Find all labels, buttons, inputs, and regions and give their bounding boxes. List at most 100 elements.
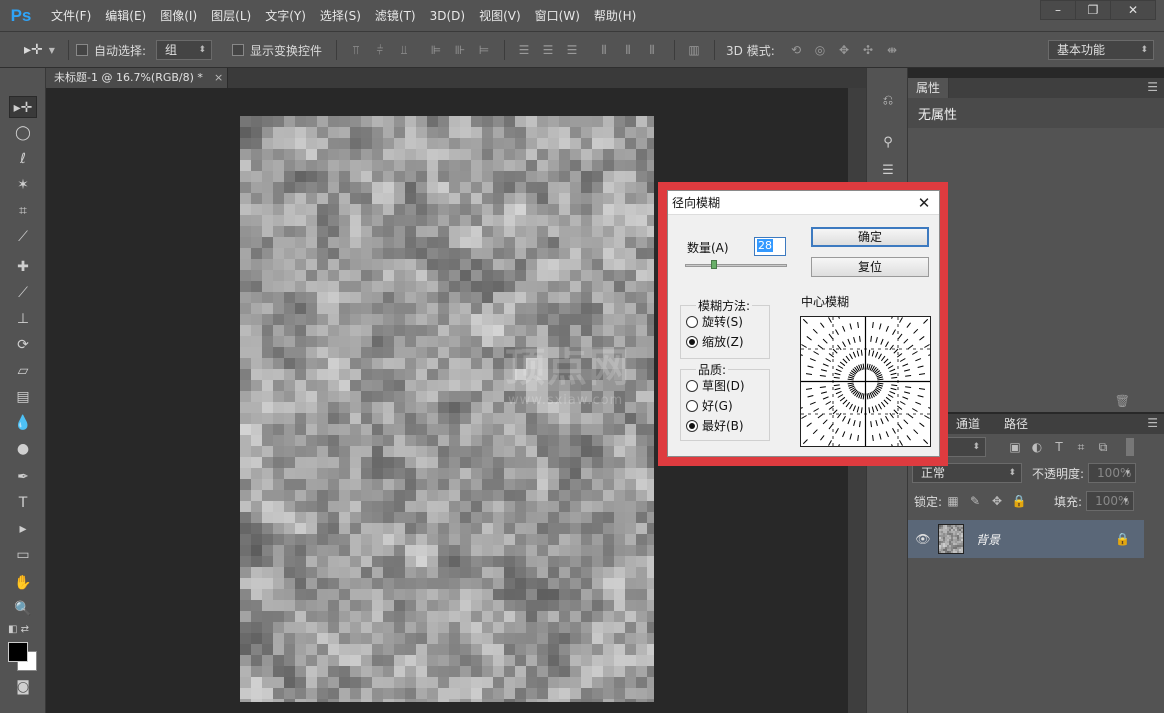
maximize-button[interactable]: ❐ (1075, 0, 1111, 20)
quality-draft-radio[interactable] (686, 379, 698, 392)
amount-slider-thumb[interactable] (710, 260, 717, 269)
menu-help[interactable]: 帮助(H) (587, 0, 643, 32)
zoom-tool-icon[interactable]: 🔍 (9, 598, 37, 620)
slide-3d-icon[interactable]: ✣ (860, 42, 876, 58)
auto-select-option[interactable]: 自动选择: (76, 32, 146, 68)
lasso-tool-icon[interactable]: ℓ (9, 148, 37, 170)
rectangle-tool-icon[interactable]: ▭ (9, 544, 37, 566)
menu-image[interactable]: 图像(I) (153, 0, 204, 32)
filter-toggle[interactable] (1126, 438, 1134, 456)
menu-filter[interactable]: 滤镜(T) (368, 0, 423, 32)
opacity-input[interactable]: 100% ▾ (1088, 463, 1137, 483)
show-transform-option[interactable]: 显示变换控件 (232, 32, 322, 68)
tab-paths[interactable]: 路径 (996, 414, 1036, 434)
lock-pixels-icon[interactable]: ✎ (964, 494, 986, 508)
panel-menu-icon[interactable]: ☰ (1147, 80, 1158, 94)
marquee-tool-icon[interactable]: ◯ (9, 122, 37, 144)
trash-icon[interactable]: 🗑 (1115, 394, 1130, 408)
align-top-icon[interactable]: ⫪ (348, 42, 364, 58)
close-window-button[interactable]: ✕ (1110, 0, 1156, 20)
gradient-tool-icon[interactable]: ▤ (9, 386, 37, 408)
menu-window[interactable]: 窗口(W) (528, 0, 587, 32)
tab-close-icon[interactable]: × (214, 68, 223, 88)
quality-good-option[interactable]: 好(G) (686, 397, 733, 414)
layer-name[interactable]: 背景 (976, 531, 1115, 548)
clone-stamp-tool-icon[interactable]: ⊥ (9, 308, 37, 330)
amount-slider[interactable] (685, 264, 787, 267)
lock-position-icon[interactable]: ✥ (986, 494, 1008, 508)
amount-input[interactable]: 28 (754, 237, 786, 256)
crop-tool-icon[interactable]: ⌗ (9, 200, 37, 222)
distribute-top-icon[interactable]: ☰ (516, 42, 532, 58)
menu-type[interactable]: 文字(Y) (258, 0, 313, 32)
quality-good-radio[interactable] (686, 399, 698, 412)
layer-item-background[interactable]: 👁 背景 🔒 (908, 520, 1144, 558)
filter-pixel-icon[interactable]: ▣ (1004, 440, 1026, 454)
menu-file[interactable]: 文件(F) (44, 0, 98, 32)
document-tab[interactable]: 未标题-1 @ 16.7%(RGB/8) * × (46, 68, 228, 88)
align-right-icon[interactable]: ⊨ (476, 42, 492, 58)
eraser-tool-icon[interactable]: ▱ (9, 360, 37, 382)
hand-tool-icon[interactable]: ✋ (9, 572, 37, 594)
pen-tool-icon[interactable]: ✒ (9, 466, 37, 488)
orbit-3d-icon[interactable]: ⟲ (788, 42, 804, 58)
close-icon[interactable]: ✕ (913, 191, 935, 215)
brush-tool-icon[interactable]: ⟋ (9, 282, 37, 304)
align-left-icon[interactable]: ⊫ (428, 42, 444, 58)
blend-mode-dropdown[interactable]: 正常 ⬍ (912, 463, 1022, 483)
roll-3d-icon[interactable]: ◎ (812, 42, 828, 58)
tab-properties[interactable]: 属性 (908, 78, 950, 98)
menu-view[interactable]: 视图(V) (472, 0, 528, 32)
workspace-dropdown[interactable]: 基本功能 ⬍ (1048, 40, 1154, 60)
distribute-vcenter-icon[interactable]: ☰ (540, 42, 556, 58)
healing-brush-tool-icon[interactable]: ✚ (9, 256, 37, 278)
foreground-color-swatch[interactable] (8, 642, 28, 662)
history-panel-icon[interactable]: ⎌ (879, 92, 897, 110)
scale-3d-icon[interactable]: ⇼ (884, 42, 900, 58)
dodge-tool-icon[interactable]: ● (9, 438, 37, 460)
quality-best-radio[interactable] (686, 419, 698, 432)
auto-select-dropdown[interactable]: 组 ⬍ (156, 40, 212, 60)
quality-best-option[interactable]: 最好(B) (686, 417, 744, 434)
panel-menu-icon[interactable]: ☰ (1147, 416, 1158, 430)
default-colors-icon[interactable]: ◧ ⇄ (8, 624, 29, 635)
auto-select-target[interactable]: 组 ⬍ (156, 32, 212, 68)
filter-shape-icon[interactable]: ⌗ (1070, 440, 1092, 455)
method-spin-radio[interactable] (686, 315, 698, 328)
minimize-button[interactable]: – (1040, 0, 1076, 20)
blur-tool-icon[interactable]: 💧 (9, 412, 37, 434)
eyedropper-tool-icon[interactable]: ⟋ (9, 226, 37, 248)
history-brush-tool-icon[interactable]: ⟳ (9, 334, 37, 356)
auto-align-icon[interactable]: ▥ (686, 42, 702, 58)
visibility-eye-icon[interactable]: 👁 (908, 532, 938, 546)
brush-presets-icon[interactable]: ⚲ (879, 134, 897, 152)
distribute-right-icon[interactable]: ⫴ (644, 42, 660, 58)
quick-mask-icon[interactable]: ◙ (9, 676, 37, 698)
method-spin-option[interactable]: 旋转(S) (686, 313, 743, 330)
menu-layer[interactable]: 图层(L) (204, 0, 258, 32)
method-zoom-option[interactable]: 缩放(Z) (686, 333, 744, 350)
distribute-bottom-icon[interactable]: ☰ (564, 42, 580, 58)
ok-button[interactable]: 确定 (811, 227, 929, 247)
lock-all-icon[interactable]: 🔒 (1008, 494, 1030, 508)
align-bottom-icon[interactable]: ⫫ (396, 42, 412, 58)
show-transform-checkbox[interactable] (232, 44, 244, 56)
menu-select[interactable]: 选择(S) (313, 0, 368, 32)
tab-channels[interactable]: 通道 (948, 414, 988, 434)
path-selection-tool-icon[interactable]: ▸ (9, 518, 37, 540)
fill-input[interactable]: 100% ▾ (1086, 491, 1135, 511)
auto-select-checkbox[interactable] (76, 44, 88, 56)
distribute-left-icon[interactable]: ⫴ (596, 42, 612, 58)
align-hcenter-icon[interactable]: ⊪ (452, 42, 468, 58)
filter-adjustment-icon[interactable]: ◐ (1026, 440, 1048, 454)
filter-smart-object-icon[interactable]: ⧉ (1092, 440, 1114, 455)
method-zoom-radio[interactable] (686, 335, 698, 348)
pan-3d-icon[interactable]: ✥ (836, 42, 852, 58)
move-tool-icon[interactable]: ▸✛ (9, 96, 37, 118)
workspace-switcher[interactable]: 基本功能 ⬍ (1048, 32, 1154, 68)
adjustments-icon[interactable]: ☰ (879, 162, 897, 180)
menu-edit[interactable]: 编辑(E) (98, 0, 153, 32)
blur-center-preview[interactable] (775, 291, 956, 472)
move-tool-preset[interactable]: ▸✛ ▼ (24, 32, 55, 68)
filter-type-icon[interactable]: T (1048, 440, 1070, 454)
